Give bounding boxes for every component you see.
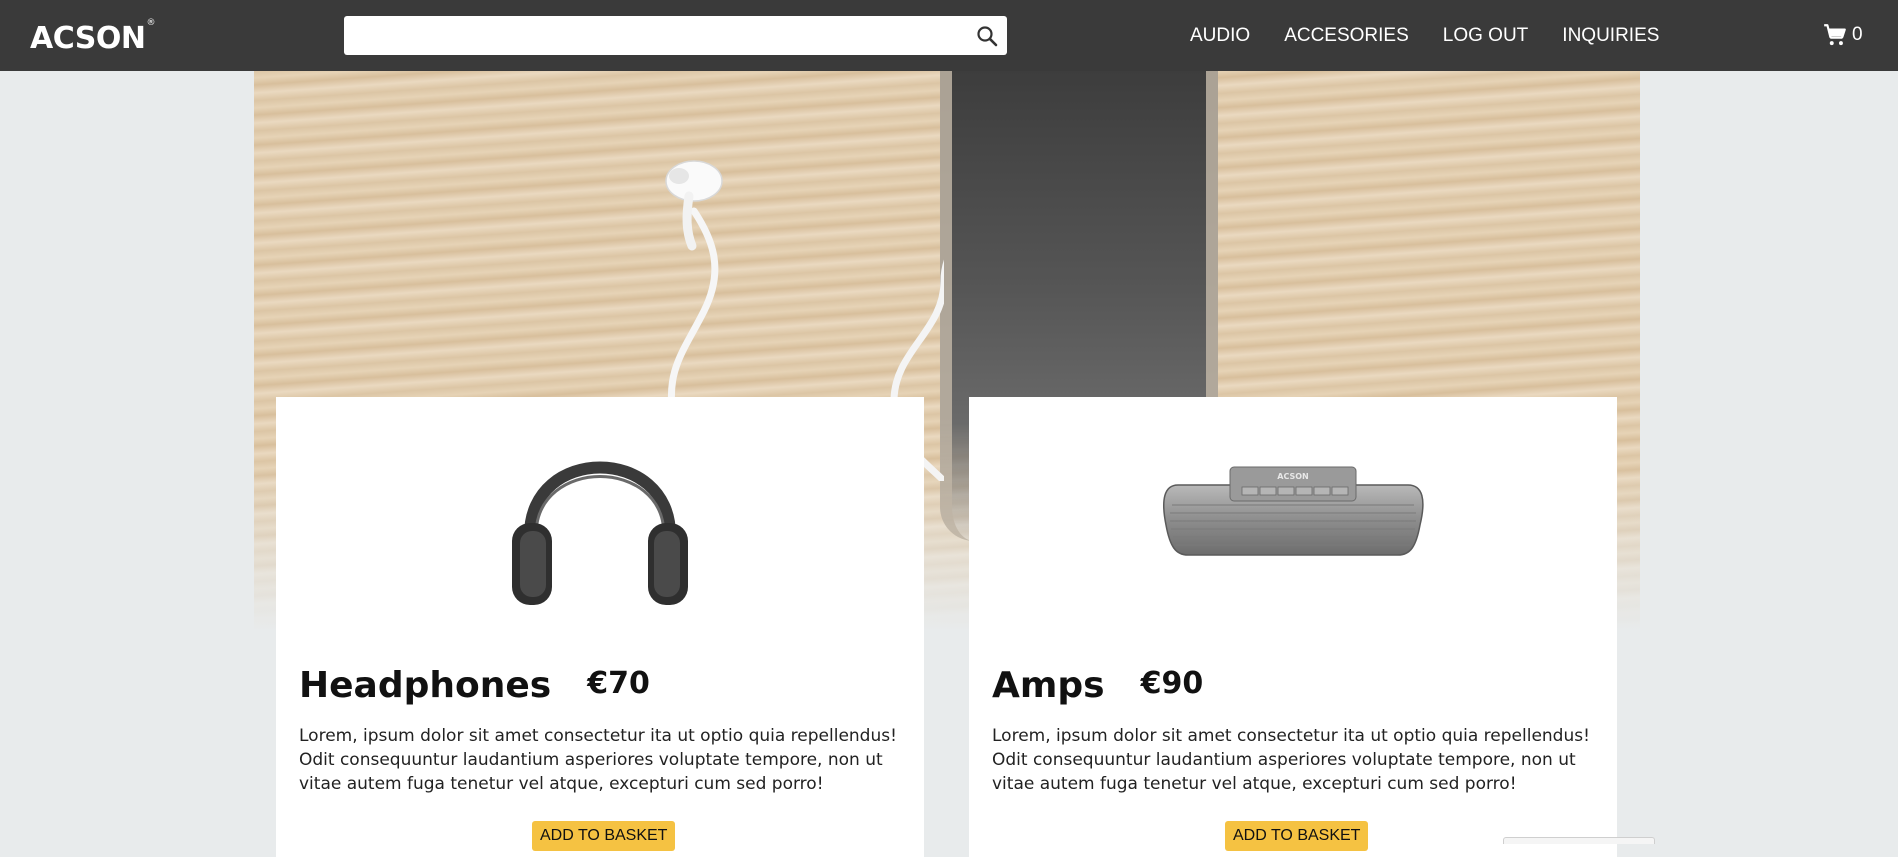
search-input[interactable] <box>344 16 954 55</box>
product-price: €70 <box>587 666 650 701</box>
brand-logo-text: ACSON <box>30 21 146 56</box>
add-to-basket-button[interactable]: ADD TO BASKET <box>532 821 676 851</box>
nav-link-accesories[interactable]: ACCESORIES <box>1284 25 1409 47</box>
speaker-brand-text: ACSON <box>1277 472 1308 481</box>
headphones-icon <box>512 461 688 605</box>
cart-count: 0 <box>1852 24 1863 45</box>
product-image-headphones[interactable] <box>276 415 924 615</box>
nav-link-inquiries[interactable]: INQUIRIES <box>1562 25 1659 47</box>
nav-link-log-out[interactable]: LOG OUT <box>1443 25 1529 47</box>
speaker-icon: ACSON <box>1163 466 1424 556</box>
product-image-amps[interactable]: ACSON <box>969 415 1617 615</box>
product-title: Headphones <box>299 665 552 706</box>
brand-logo[interactable]: ACSON® <box>30 17 155 57</box>
cart-button[interactable]: 0 <box>1822 22 1863 48</box>
search-icon[interactable] <box>975 24 999 48</box>
product-card-amps: ACSON Amps €90 Lorem, ipsum dolor sit am… <box>969 397 1617 857</box>
product-price: €90 <box>1140 666 1204 701</box>
add-to-basket-button[interactable]: ADD TO BASKET <box>1225 821 1369 851</box>
product-title: Amps <box>992 665 1105 706</box>
search-bar <box>344 16 1007 55</box>
top-navbar: ACSON® AUDIO ACCESORIES LOG OUT INQUIRIE… <box>0 0 1898 71</box>
main-nav: AUDIO ACCESORIES LOG OUT INQUIRIES <box>1190 0 1693 71</box>
registered-mark: ® <box>146 18 156 28</box>
corner-widget[interactable] <box>1503 837 1655 844</box>
cart-icon <box>1824 24 1846 46</box>
product-header: Headphones €70 <box>299 665 650 706</box>
product-header: Amps €90 <box>992 665 1203 706</box>
product-card-headphones: Headphones €70 Lorem, ipsum dolor sit am… <box>276 397 924 857</box>
product-description: Lorem, ipsum dolor sit amet consectetur … <box>992 726 1590 794</box>
nav-link-audio[interactable]: AUDIO <box>1190 25 1250 47</box>
product-description: Lorem, ipsum dolor sit amet consectetur … <box>299 726 897 794</box>
